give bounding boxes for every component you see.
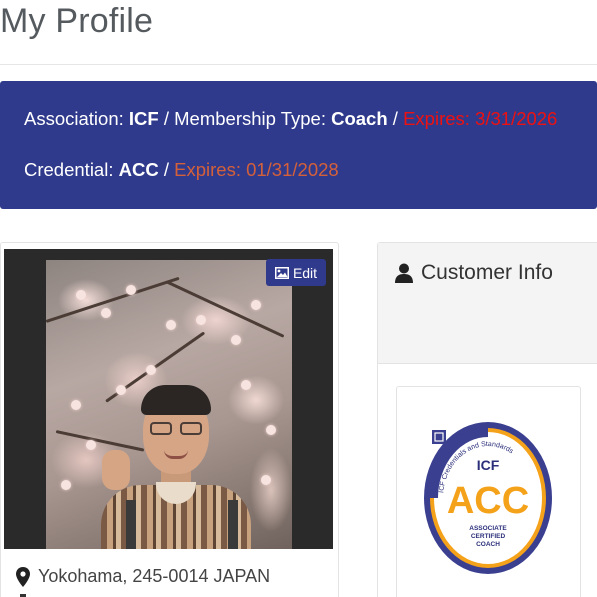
customer-info-label: Customer Info [421,261,553,284]
blossom [71,400,81,410]
blossom [126,285,136,295]
photo-person-glasses [150,422,202,436]
membership-type-value: Coach [331,108,388,129]
image-icon [274,266,289,279]
photo-person-hand [102,450,130,490]
photo-strap [126,500,136,549]
separator: / [392,108,398,129]
separator: / [163,108,169,129]
photo-strap [228,500,238,549]
acc-badge: ICF Credentials and Standards ICF ACC AS… [424,422,552,574]
edit-label: Edit [292,264,318,281]
customer-info-title: Customer Info [395,261,553,285]
profile-photo [46,260,292,549]
blossom [261,475,271,485]
page-title: My Profile [0,2,154,40]
location-text: Yokohama, 245-0014 JAPAN [38,566,271,586]
badge-line-3: COACH [476,541,500,548]
blossom [76,290,86,300]
blossom [266,425,276,435]
title-divider [0,64,597,65]
map-marker-icon [16,566,30,587]
photo-branch [55,430,145,452]
location: Yokohama, 245-0014 JAPAN [16,566,270,587]
membership-expires: Expires: 3/31/2026 [403,108,558,129]
badge-logo: ICF [477,457,500,473]
blossom [196,315,206,325]
photo-branch [165,280,285,338]
blossom [86,440,96,450]
customer-info-header: Customer Info [378,243,597,364]
credential-expires: Expires: 01/31/2028 [174,159,339,180]
membership-type-label: Membership Type: [174,108,326,129]
credential-label: Credential: [24,159,114,180]
blossom [251,300,261,310]
blossom [231,335,241,345]
blossom [116,385,126,395]
association-value: ICF [128,108,159,129]
badge-credential: ACC [447,480,529,522]
blossom [61,480,71,490]
credential-line: Credential: ACC / Expires: 01/31/2028 [24,159,339,181]
photo-branch [46,276,180,323]
user-icon [395,263,413,283]
blossom [166,320,176,330]
membership-line: Association: ICF / Membership Type: Coac… [24,108,557,130]
badge-line-2: CERTIFIED [471,533,506,540]
membership-banner: Association: ICF / Membership Type: Coac… [0,81,597,209]
photo-person-hair [141,385,211,415]
blossom [101,308,111,318]
separator: / [163,159,169,180]
credential-value: ACC [118,159,159,180]
badge-line-1: ASSOCIATE [469,525,507,532]
blossom [241,380,251,390]
association-label: Association: [24,108,124,129]
blossom [146,365,156,375]
profile-photo-frame [4,249,333,549]
edit-photo-button[interactable]: Edit [266,259,326,286]
